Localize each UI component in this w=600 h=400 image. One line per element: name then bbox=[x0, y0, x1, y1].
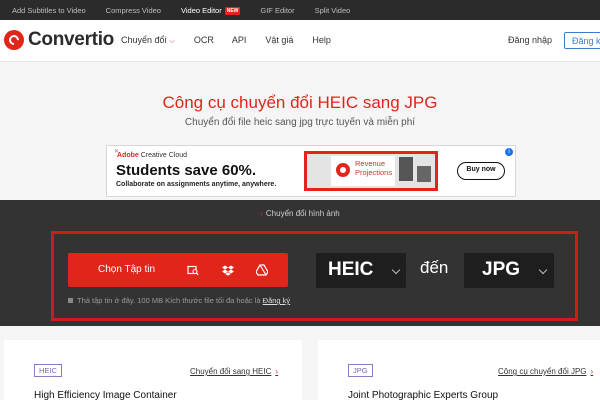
ad-copy: Collaborate on assignments anytime, anyw… bbox=[116, 181, 277, 188]
from-format-select[interactable]: HEIC bbox=[316, 253, 406, 288]
card-link-label: Công cụ chuyển đổi JPG bbox=[498, 367, 587, 376]
folder-search-icon[interactable] bbox=[187, 264, 199, 276]
breadcrumb[interactable]: ‹ Chuyển đổi hình ảnh bbox=[0, 209, 600, 218]
nav-item-convert[interactable]: Chuyển đổi ⌵ bbox=[121, 35, 175, 46]
site-header: Convertio Chuyển đổi ⌵ OCR API Vật giá He… bbox=[0, 20, 600, 62]
topbar-link-split-video[interactable]: Split Video bbox=[315, 6, 351, 15]
google-drive-icon[interactable] bbox=[256, 264, 268, 276]
buy-now-button[interactable]: Buy now bbox=[457, 162, 505, 180]
hint-signup-link[interactable]: Đăng ký bbox=[263, 296, 291, 305]
ad-headline: Students save 60%. bbox=[116, 162, 257, 179]
main-nav: Chuyển đổi ⌵ OCR API Vật giá Help bbox=[121, 35, 331, 46]
format-card-heic: HEIC Chuyển đổi sang HEIC › High Efficien… bbox=[4, 340, 302, 400]
card-link-label: Chuyển đổi sang HEIC bbox=[190, 367, 272, 376]
topbar-link-add-subtitles[interactable]: Add Subtitles to Video bbox=[12, 6, 86, 15]
ad-brand: Adobe Creative Cloud bbox=[117, 152, 187, 159]
format-tag: JPG bbox=[348, 364, 373, 377]
nav-item-help[interactable]: Help bbox=[312, 35, 331, 46]
chevron-down-icon bbox=[538, 265, 548, 275]
from-format-value: HEIC bbox=[328, 259, 374, 280]
to-label: đến bbox=[420, 258, 449, 277]
nav-item-api[interactable]: API bbox=[232, 35, 247, 46]
nav-item-pricing[interactable]: Vật giá bbox=[265, 35, 293, 46]
nav-item-convert-label: Chuyển đổi bbox=[121, 35, 167, 45]
to-format-value: JPG bbox=[482, 259, 521, 280]
info-icon[interactable]: i bbox=[505, 148, 513, 156]
ad-image-block bbox=[417, 166, 431, 182]
ad-image-card: Revenue Projections bbox=[331, 156, 395, 186]
ad-brand-product: Creative Cloud bbox=[140, 152, 188, 159]
login-link[interactable]: Đăng nhập bbox=[508, 35, 552, 45]
signup-button[interactable]: Đăng ký bbox=[564, 32, 600, 49]
chevron-right-icon: › bbox=[590, 367, 594, 376]
choose-file-label: Chọn Tập tin bbox=[98, 264, 156, 275]
format-card-title: High Efficiency Image Container bbox=[34, 390, 177, 400]
logo-text: Convertio bbox=[28, 29, 114, 50]
format-tag: HEIC bbox=[34, 364, 62, 377]
ad-banner[interactable]: ✕ Adobe Creative Cloud Students save 60%… bbox=[106, 145, 516, 197]
jpg-converter-link[interactable]: Công cụ chuyển đổi JPG › bbox=[498, 367, 593, 376]
ad-image: Revenue Projections bbox=[304, 151, 438, 191]
nav-item-ocr[interactable]: OCR bbox=[194, 35, 214, 46]
dropbox-icon[interactable] bbox=[222, 264, 234, 276]
new-badge: NEW bbox=[224, 6, 241, 15]
top-product-bar: Add Subtitles to Video Compress Video Vi… bbox=[0, 0, 600, 20]
chevron-right-icon: › bbox=[275, 367, 279, 376]
topbar-link-compress-video[interactable]: Compress Video bbox=[106, 6, 161, 15]
topbar-link-video-editor[interactable]: Video Editor NEW bbox=[180, 5, 241, 15]
target-icon bbox=[336, 163, 350, 177]
lock-icon bbox=[68, 298, 73, 303]
logo[interactable]: Convertio bbox=[4, 29, 114, 51]
convert-to-heic-link[interactable]: Chuyển đổi sang HEIC › bbox=[190, 367, 278, 376]
ad-image-block bbox=[399, 157, 413, 181]
chevron-down-icon bbox=[391, 265, 401, 275]
page-subtitle: Chuyển đổi file heic sang jpg trực tuyến… bbox=[184, 117, 416, 128]
chevron-down-icon: ⌵ bbox=[169, 38, 175, 45]
format-card-title: Joint Photographic Experts Group bbox=[348, 390, 499, 400]
upload-hint-text: Thả tập tin ở đây. 100 MB Kích thước fil… bbox=[77, 296, 261, 305]
topbar-link-gif-editor[interactable]: GIF Editor bbox=[260, 6, 294, 15]
page-title: Công cụ chuyển đổi HEIC sang JPG bbox=[162, 93, 438, 112]
breadcrumb-label: Chuyển đổi hình ảnh bbox=[265, 209, 340, 218]
ad-image-text: Revenue Projections bbox=[355, 159, 393, 177]
choose-file-button[interactable]: Chọn Tập tin bbox=[68, 253, 288, 287]
format-card-jpg: JPG Công cụ chuyển đổi JPG › Joint Photog… bbox=[318, 340, 600, 400]
convertio-logo-icon bbox=[4, 30, 24, 50]
ad-brand-adobe: Adobe bbox=[117, 152, 139, 159]
chevron-left-icon: ‹ bbox=[260, 209, 263, 218]
upload-hint: Thả tập tin ở đây. 100 MB Kích thước fil… bbox=[68, 296, 290, 305]
to-format-select[interactable]: JPG bbox=[464, 253, 554, 288]
topbar-video-editor-label: Video Editor bbox=[180, 5, 222, 15]
converter-panel: ‹ Chuyển đổi hình ảnh Chọn Tập tin HEIC đ… bbox=[0, 200, 600, 326]
